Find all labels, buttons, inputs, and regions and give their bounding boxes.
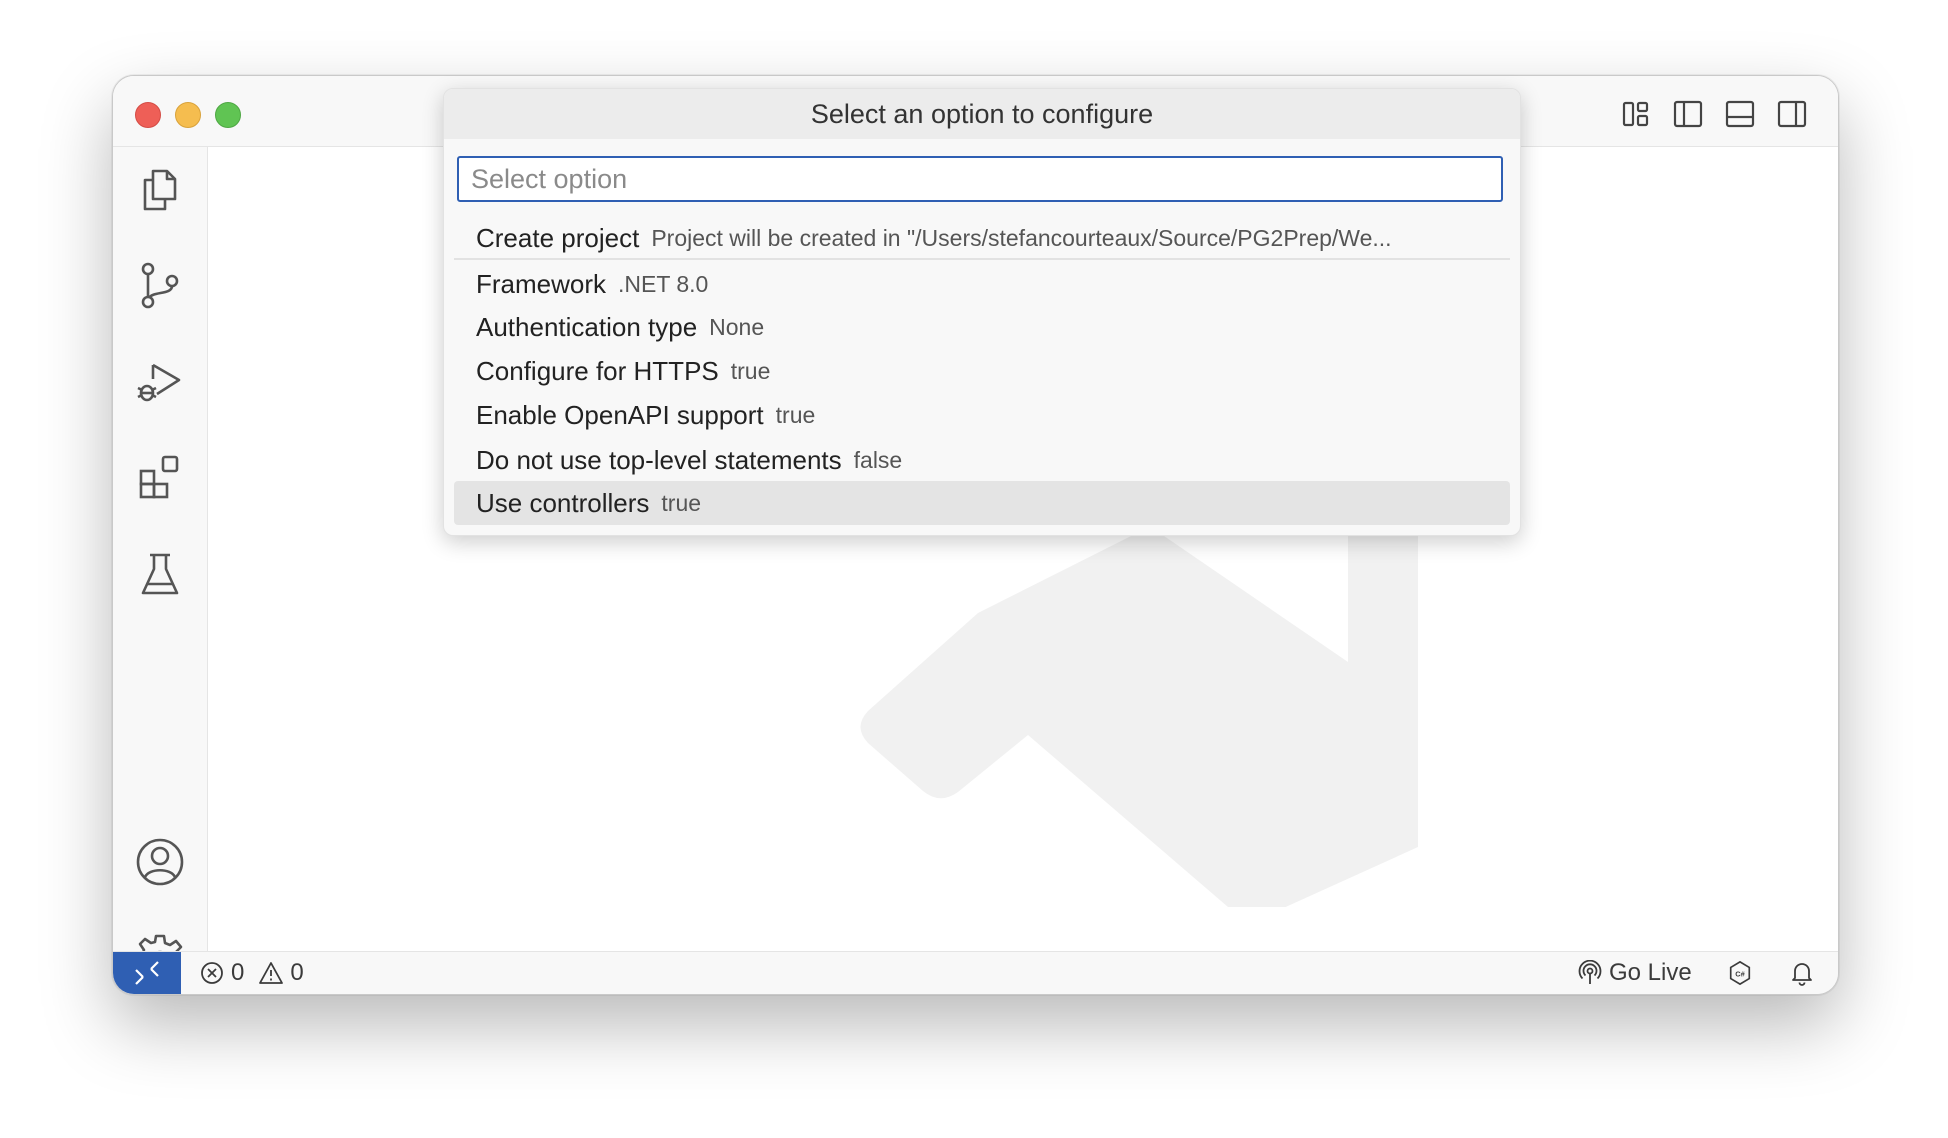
option-label: Framework (476, 268, 607, 299)
option-top-level-statements[interactable]: Do not use top-level statements false (454, 439, 1510, 481)
csharp-icon: C# (1729, 960, 1751, 986)
option-enable-openapi[interactable]: Enable OpenAPI support true (454, 394, 1510, 436)
toggle-secondary-sidebar-icon[interactable] (1774, 96, 1810, 132)
select-option-input[interactable] (459, 158, 1501, 200)
toggle-primary-sidebar-icon[interactable] (1670, 96, 1706, 132)
zoom-window-button[interactable] (215, 102, 241, 128)
status-bar: 0 0 Go Live C# (113, 951, 1838, 994)
remote-indicator[interactable] (113, 952, 181, 994)
option-label: Do not use top-level statements (476, 444, 842, 475)
option-description: Project will be created in "/Users/stefa… (651, 224, 1392, 251)
option-description: true (730, 357, 771, 384)
notifications-button[interactable] (1789, 952, 1815, 994)
go-live-label: Go Live (1609, 959, 1692, 986)
close-window-button[interactable] (135, 102, 161, 128)
remote-icon (135, 961, 159, 985)
extensions-icon[interactable] (133, 451, 187, 505)
error-count: 0 (231, 959, 245, 986)
option-authentication-type[interactable]: Authentication type None (454, 306, 1510, 348)
error-icon (201, 962, 223, 984)
svg-text:C#: C# (1735, 969, 1744, 978)
account-icon[interactable] (133, 835, 187, 889)
activity-bar (113, 147, 208, 984)
option-label: Create project (476, 222, 640, 253)
option-description: false (853, 446, 903, 473)
go-live-button[interactable]: Go Live (1577, 952, 1692, 994)
toggle-panel-icon[interactable] (1722, 96, 1758, 132)
option-description: true (775, 401, 816, 428)
separator (454, 258, 1510, 260)
minimize-window-button[interactable] (175, 102, 201, 128)
option-description: .NET 8.0 (618, 270, 709, 297)
testing-flask-icon[interactable] (133, 547, 187, 601)
run-debug-icon[interactable] (133, 355, 187, 409)
option-description: true (661, 489, 702, 516)
option-configure-https[interactable]: Configure for HTTPS true (454, 350, 1510, 392)
option-create-project[interactable]: Create project Project will be created i… (454, 217, 1510, 259)
option-description: None (709, 313, 765, 340)
option-use-controllers[interactable]: Use controllers true (454, 481, 1510, 525)
quick-pick-title: Select an option to configure (444, 89, 1520, 139)
option-framework[interactable]: Framework .NET 8.0 (454, 263, 1510, 305)
quick-pick-dialog: Select an option to configure Create pro… (443, 88, 1521, 536)
warning-icon (259, 962, 284, 984)
problems-indicator[interactable]: 0 0 (199, 952, 304, 994)
warning-count: 0 (290, 959, 304, 986)
customize-layout-icon[interactable] (1618, 96, 1654, 132)
files-icon[interactable] (133, 163, 187, 217)
option-label: Authentication type (476, 311, 698, 342)
option-label: Use controllers (476, 487, 650, 518)
bell-icon (1792, 963, 1812, 986)
option-label: Configure for HTTPS (476, 355, 719, 386)
csharp-language-button[interactable]: C# (1727, 952, 1753, 994)
option-label: Enable OpenAPI support (476, 399, 764, 430)
quick-pick-input-box (457, 156, 1503, 202)
broadcast-icon (1578, 960, 1602, 984)
source-control-icon[interactable] (133, 259, 187, 313)
